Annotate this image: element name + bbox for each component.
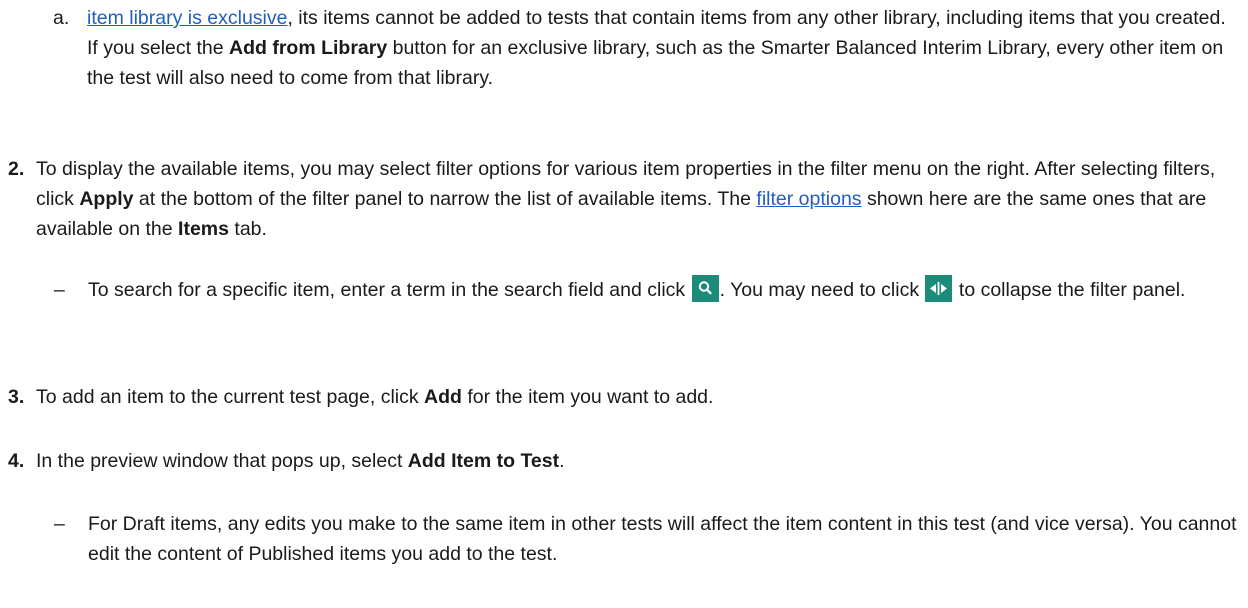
list-marker: 3.	[8, 386, 25, 408]
item-library-exclusive-link[interactable]: item library is exclusive	[87, 7, 287, 29]
list-item-2: 2. To display the available items, you m…	[8, 154, 1233, 244]
filter-options-link[interactable]: filter options	[756, 188, 861, 210]
collapse-panel-icon	[925, 275, 953, 302]
list-item-text: To search for a specific item, enter a t…	[88, 275, 1234, 305]
list-marker: a.	[53, 7, 70, 29]
list-item-text: To add an item to the current test page,…	[36, 386, 714, 408]
list-item-text: In the preview window that pops up, sele…	[36, 450, 565, 472]
list-item-text: To display the available items, you may …	[36, 158, 1216, 240]
search-icon	[691, 275, 719, 302]
dash-marker: –	[54, 513, 65, 535]
list-marker: 2.	[8, 158, 25, 180]
list-subitem-search: – To search for a specific item, enter a…	[54, 275, 1234, 305]
list-marker: 4.	[8, 450, 25, 472]
document-page: a. item library is exclusive, its items …	[0, 0, 1248, 608]
list-item-3: 3. To add an item to the current test pa…	[8, 382, 1233, 412]
dash-marker: –	[54, 279, 65, 301]
list-item-text: item library is exclusive, its items can…	[87, 7, 1226, 89]
list-item-text: For Draft items, any edits you make to t…	[88, 513, 1237, 565]
list-item-4: 4. In the preview window that pops up, s…	[8, 446, 1233, 476]
list-subitem-draft: – For Draft items, any edits you make to…	[54, 509, 1244, 569]
list-item-a: a. item library is exclusive, its items …	[53, 3, 1233, 93]
